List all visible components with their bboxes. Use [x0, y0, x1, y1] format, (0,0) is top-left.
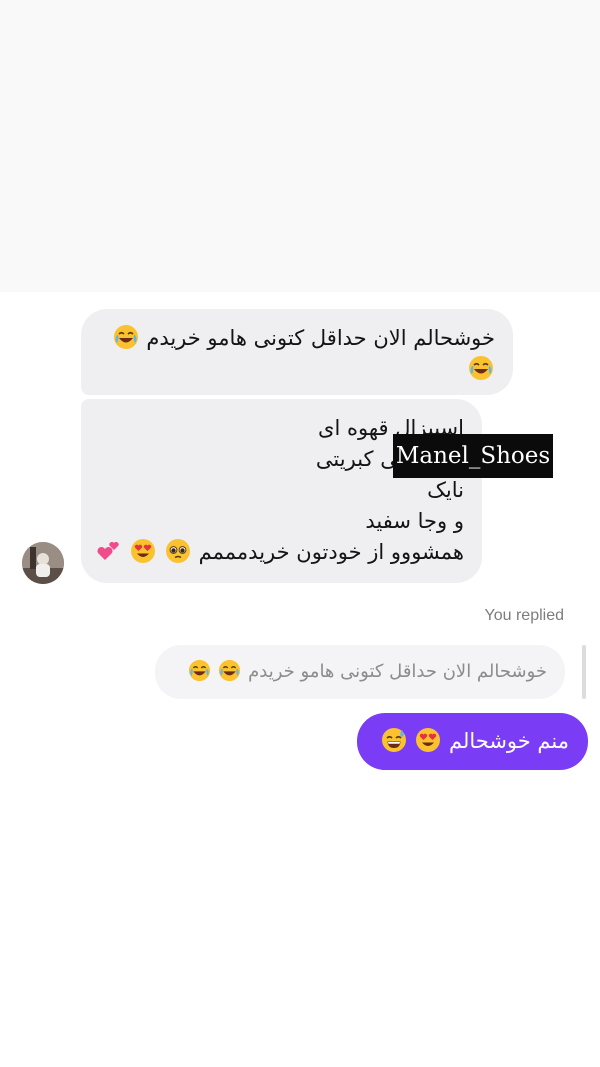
message-line: خوشحالم الان حداقل کتونی هامو خریدم [99, 323, 495, 354]
outgoing-message-bubble[interactable]: منم خوشحالم [357, 713, 588, 770]
quoted-message-text: خوشحالم الان حداقل کتونی هامو خریدم [248, 661, 547, 682]
message-line: همشووو از خودتون خریدمممم [97, 537, 464, 568]
message-line [99, 354, 495, 385]
quoted-message-bubble[interactable]: خوشحالم الان حداقل کتونی هامو خریدم [155, 645, 565, 699]
watermark-label: Manel_Shoes [393, 434, 553, 478]
smiling-face-with-heart-eyes-icon [416, 728, 441, 752]
smiling-face-with-heart-eyes-icon [131, 539, 156, 563]
message-text: خوشحالم الان حداقل کتونی هامو خریدم [146, 326, 495, 350]
you-replied-label: You replied [484, 607, 564, 624]
face-with-tears-of-joy-icon [469, 356, 493, 380]
dm-screen: خوشحالم الان حداقل کتونی هامو خریدم اسپی… [0, 0, 600, 1067]
incoming-message-bubble[interactable]: خوشحالم الان حداقل کتونی هامو خریدم [81, 309, 513, 395]
bottom-blank-area [0, 802, 600, 1067]
two-hearts-icon [97, 541, 119, 560]
face-with-tears-of-joy-icon [188, 659, 210, 682]
message-text: همشووو از خودتون خریدمممم [198, 540, 464, 564]
pleading-face-icon [165, 539, 190, 563]
grinning-face-with-sweat-icon [381, 728, 406, 752]
profile-photo-icon [22, 542, 64, 584]
sender-avatar[interactable] [22, 542, 64, 584]
outgoing-message-text: منم خوشحالم [449, 729, 569, 753]
message-line: و وجا سفید [365, 509, 464, 533]
incoming-message-bubble[interactable]: اسپیزال قهوه ای و زرشکی کبریتی نایک و وج… [81, 399, 482, 583]
reply-indicator-bar [582, 645, 586, 699]
top-blank-area [0, 0, 600, 292]
message-line: نایک [427, 478, 464, 502]
face-with-tears-of-joy-icon [219, 659, 241, 682]
face-with-tears-of-joy-icon [113, 325, 138, 349]
